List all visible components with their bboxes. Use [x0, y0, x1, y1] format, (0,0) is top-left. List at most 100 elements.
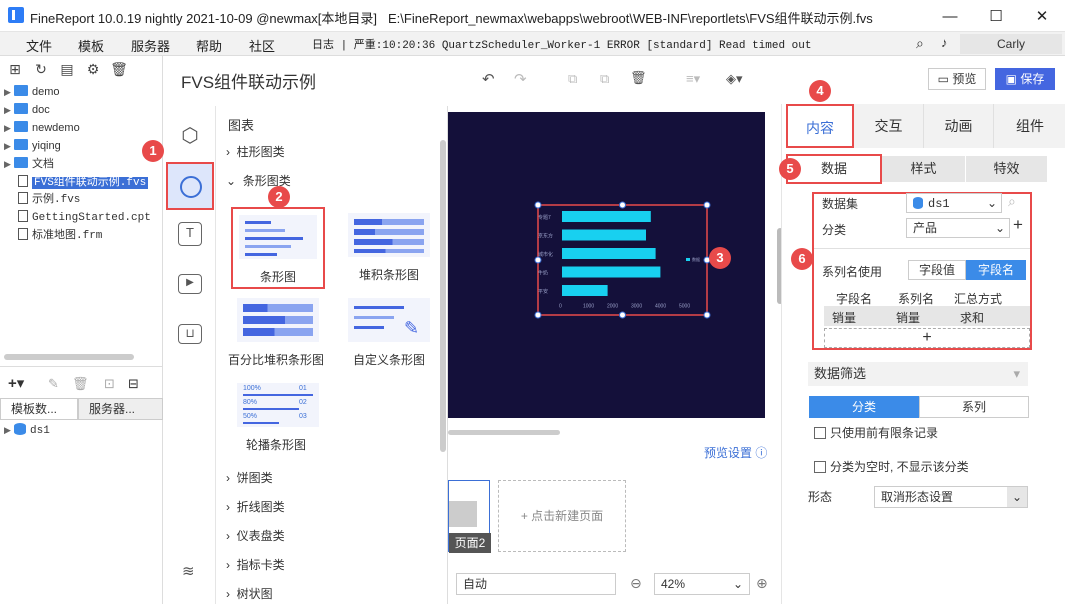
redo-icon[interactable]: ↷ [514, 70, 527, 88]
tree-file[interactable]: 示例.fvs [4, 191, 80, 209]
settings-icon[interactable]: ⚙ [84, 60, 102, 78]
layer-icon[interactable]: ◈▾ [726, 71, 743, 87]
new-folder-icon[interactable]: ⊞ [6, 60, 24, 78]
tree-file[interactable]: 标准地图.frm [4, 227, 102, 245]
thumb-carousel-bar[interactable]: 100% 01 80% 02 50% 03 轮播条形图 [231, 377, 325, 459]
table-row[interactable]: 销量 销量 求和 [824, 306, 1030, 326]
layout-mode-select[interactable]: 自动 [456, 573, 616, 595]
user-name[interactable]: Carly [960, 34, 1062, 54]
filter-tab-series[interactable]: 系列 [919, 396, 1029, 418]
tab-interaction[interactable]: 交互 [854, 104, 924, 148]
text-icon[interactable]: T [178, 222, 202, 246]
chevron-right-icon: › [226, 587, 237, 601]
locate-icon[interactable]: ▤ [58, 60, 76, 78]
data-filter-section[interactable]: 数据筛选 ▾ [808, 362, 1028, 386]
add-row-button[interactable]: + [824, 328, 1030, 348]
chart-menu-scrollbar[interactable] [440, 140, 446, 452]
refresh-icon[interactable]: ↻ [32, 60, 50, 78]
align-icon[interactable]: ≡▾ [686, 71, 700, 87]
undo-icon[interactable]: ↶ [482, 70, 495, 88]
stacked-bar-icon [348, 213, 430, 257]
tree-folder-doc[interactable]: ▶ doc [4, 101, 50, 119]
subtab-style[interactable]: 样式 [882, 156, 966, 182]
chart-category-button[interactable] [166, 162, 214, 210]
category-label: 牛奶 [538, 270, 548, 277]
category-select[interactable]: 产品 ⌄ [906, 218, 1010, 238]
thumb-stacked-bar[interactable]: 堆积条形图 [342, 207, 436, 289]
tree-folder-newdemo[interactable]: ▶ newdemo [4, 119, 80, 137]
search-icon[interactable]: ⌕ [1008, 193, 1016, 210]
category-gauge[interactable]: › 仪表盘类 [226, 526, 285, 546]
page-thumbnail[interactable]: 页面2 [448, 480, 491, 553]
preview-button[interactable]: ▭ 预览 [928, 68, 986, 90]
window-title: FineReport 10.0.19 nightly 2021-10-09 @n… [30, 11, 378, 26]
category-tree[interactable]: › 树状图 [226, 584, 273, 604]
menu-template[interactable]: 模板 [78, 36, 104, 55]
custom-bar-icon: ✎ [348, 298, 430, 342]
canvas-hscrollbar[interactable] [448, 430, 560, 435]
menu-server[interactable]: 服务器 [131, 36, 170, 55]
horizontal-scrollbar[interactable] [4, 354, 134, 360]
trash-icon[interactable]: 🗑 [630, 70, 647, 86]
thumb-bar-chart[interactable]: 条形图 [231, 207, 325, 289]
new-page-button[interactable]: + 点击新建页面 [498, 480, 626, 552]
tree-file[interactable]: GettingStarted.cpt [4, 209, 151, 227]
datasource-item[interactable]: ▶ ds1 [4, 421, 50, 439]
dataset-icon[interactable]: ⊟ [128, 376, 139, 392]
maximize-button[interactable]: ☐ [973, 0, 1019, 32]
inbox-icon[interactable]: ⊔ [178, 324, 202, 344]
close-button[interactable]: ✕ [1019, 0, 1065, 32]
limit-records-checkbox[interactable]: 只使用前有限条记录 [814, 424, 938, 441]
zoom-in-icon[interactable]: ⊕ [756, 575, 768, 592]
preview-settings-link[interactable]: 预览设置 ⓘ [704, 444, 767, 461]
category-label: 平安 [538, 288, 548, 295]
tab-server-data[interactable]: 服务器... [78, 398, 163, 420]
tree-folder-docs[interactable]: ▶ 文档 [4, 155, 54, 173]
chart-menu-header: 图表 [228, 118, 255, 133]
zoom-out-icon[interactable]: ⊖ [630, 575, 642, 592]
field-name-toggle[interactable]: 字段名 [966, 260, 1026, 280]
field-value-toggle[interactable]: 字段值 [908, 260, 966, 280]
thumb-percent-stacked-bar[interactable]: 百分比堆积条形图 [228, 292, 325, 374]
tab-template-data[interactable]: 模板数... [0, 398, 78, 420]
paste-icon[interactable]: ⧉ [600, 71, 609, 87]
tab-content[interactable]: 内容 [786, 104, 854, 148]
database-icon [14, 423, 26, 435]
video-icon[interactable]: ▶ [178, 274, 202, 294]
delete-datasource-icon[interactable]: 🗑 [72, 376, 89, 392]
layers-icon[interactable]: ≋ [182, 562, 195, 580]
add-icon[interactable]: +▾ [8, 374, 24, 392]
thumb-custom-bar[interactable]: ✎ 自定义条形图 [342, 292, 436, 374]
edit-icon[interactable]: ✎ [48, 376, 59, 392]
zoom-select[interactable]: 42% ⌄ [654, 573, 750, 595]
tree-file-selected[interactable]: FVS组件联动示例.fvs [4, 173, 149, 191]
tree-folder-demo[interactable]: ▶ demo [4, 83, 60, 101]
hide-empty-category-checkbox[interactable]: 分类为空时, 不显示该分类 [814, 458, 969, 475]
dataset-select[interactable]: ds1 ⌄ [906, 193, 1002, 213]
form-select[interactable]: 取消形态设置 ⌄ [874, 486, 1028, 508]
category-line[interactable]: › 折线图类 [226, 497, 285, 517]
tab-animation[interactable]: 动画 [924, 104, 994, 148]
log-message[interactable]: 日志 | 严重:10:20:36 QuartzScheduler_Worker-… [312, 36, 811, 52]
subtab-effect[interactable]: 特效 [966, 156, 1048, 182]
tab-component[interactable]: 组件 [994, 104, 1065, 148]
cube-icon[interactable]: ⬡ [174, 122, 206, 154]
copy-icon[interactable]: ⧉ [568, 71, 577, 87]
minimize-button[interactable]: — [927, 0, 973, 32]
tree-folder-yiqing[interactable]: ▶ yiqing [4, 137, 61, 155]
filter-tab-category[interactable]: 分类 [809, 396, 919, 418]
menu-file[interactable]: 文件 [26, 36, 52, 55]
save-button[interactable]: ▣ 保存 [995, 68, 1055, 90]
search-icon[interactable]: ⌕ [916, 35, 924, 52]
preview-icon[interactable]: ⊡ [104, 376, 115, 392]
menu-help[interactable]: 帮助 [196, 36, 222, 55]
delete-icon[interactable]: 🗑 [110, 60, 128, 78]
category-kpi[interactable]: › 指标卡类 [226, 555, 285, 575]
category-column[interactable]: › 柱形图类 [226, 142, 285, 162]
chevron-down-icon: ⌄ [994, 221, 1005, 235]
tick-label: 2000 [607, 304, 618, 310]
add-field-icon[interactable]: + [1013, 215, 1023, 235]
menu-community[interactable]: 社区 [249, 36, 275, 55]
bell-icon[interactable]: ♪ [941, 35, 948, 50]
category-pie[interactable]: › 饼图类 [226, 468, 273, 488]
